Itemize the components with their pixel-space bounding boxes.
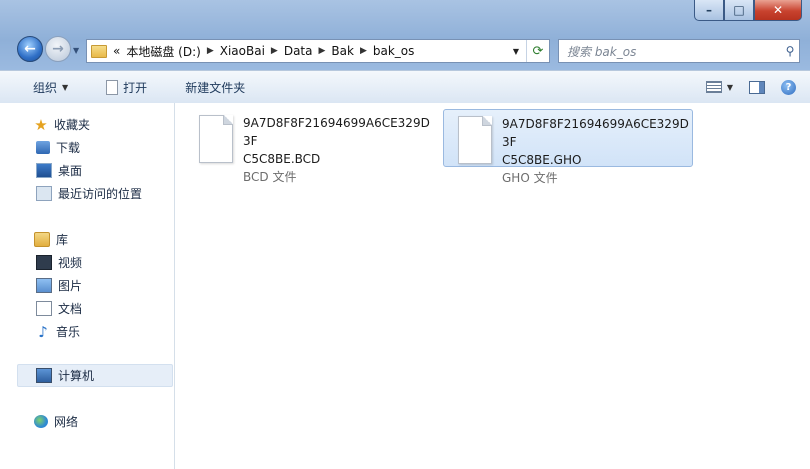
open-label: 打开 [123,80,148,95]
sidebar-item-label: 计算机 [58,369,95,383]
file-type: BCD 文件 [243,170,297,184]
address-dropdown-icon[interactable]: ▼ [506,47,526,56]
file-name-line-2: C5C8BE.GHO [502,153,582,167]
file-name-line-2: C5C8BE.BCD [243,152,321,166]
address-actions: ▼ ⟳ [506,40,549,62]
file-details: 9A7D8F8F21694699A6CE329D3F C5C8BE.GHO GH… [502,115,692,185]
view-controls: ▼ ? [705,71,796,103]
sidebar-item-pictures[interactable]: 图片 [36,277,82,294]
sidebar-item-label: 最近访问的位置 [58,187,143,201]
explorer-window: – □ ✕ ← → ▼ « 本地磁盘 (D:) ▶ XiaoBai ▶ Data… [0,0,810,469]
star-icon: ★ [34,115,48,134]
new-folder-label: 新建文件夹 [185,80,246,95]
music-icon: ♪ [38,322,48,341]
sidebar-item-label: 视频 [58,256,83,270]
command-bar: 组织 ▼ 打开 新建文件夹 ▼ ? [0,70,810,104]
sidebar-item-label: 下载 [56,141,81,155]
file-name-line-1: 9A7D8F8F21694699A6CE329D3F [502,117,689,149]
sidebar-item-computer[interactable]: 计算机 [17,364,173,387]
sidebar-item-libraries[interactable]: 库 [34,231,68,248]
computer-icon [36,368,52,383]
back-button[interactable]: ← [17,36,43,62]
open-button[interactable]: 打开 [100,79,153,96]
sidebar-item-desktop[interactable]: 桌面 [36,162,82,179]
sidebar-item-label: 桌面 [58,164,83,178]
blank-file-icon [458,116,492,164]
recent-places-icon [36,186,52,201]
chevron-down-icon: ▼ [726,82,733,92]
breadcrumb-item-bak-os[interactable]: bak_os [373,44,415,58]
pictures-icon [36,278,52,293]
chevron-right-icon[interactable]: ▶ [360,46,367,56]
change-view-button[interactable]: ▼ [705,81,733,93]
close-button[interactable]: ✕ [754,0,802,21]
file-name-line-1: 9A7D8F8F21694699A6CE329D3F [243,116,430,148]
chevron-down-icon: ▼ [62,82,69,92]
video-icon [36,255,52,270]
organize-menu-button[interactable]: 组织 ▼ [27,79,74,96]
new-folder-button[interactable]: 新建文件夹 [179,79,251,96]
breadcrumb-item-data[interactable]: Data [284,44,313,58]
sidebar-item-favorites[interactable]: ★ 收藏夹 [34,115,91,134]
title-bar: – □ ✕ [0,0,810,34]
maximize-button[interactable]: □ [724,0,754,21]
sidebar-item-label: 文档 [58,302,83,316]
sidebar-item-label: 图片 [58,279,83,293]
sidebar-item-label: 收藏夹 [54,118,91,132]
help-icon[interactable]: ? [781,79,796,95]
sidebar-item-recent-places[interactable]: 最近访问的位置 [36,185,142,202]
sidebar-item-documents[interactable]: 文档 [36,300,82,317]
chevron-right-icon[interactable]: ▶ [271,46,278,56]
file-details: 9A7D8F8F21694699A6CE329D3F C5C8BE.BCD BC… [243,114,433,184]
minimize-button[interactable]: – [694,0,724,21]
recent-pages-dropdown[interactable]: ▼ [73,46,79,55]
caption-buttons: – □ ✕ [694,0,802,22]
sidebar-item-label: 网络 [54,415,79,429]
breadcrumb-overflow[interactable]: « [113,44,120,58]
breadcrumb-item-drive[interactable]: 本地磁盘 (D:) [126,43,200,60]
search-box[interactable]: 搜索 bak_os ⚲ [558,39,800,63]
search-input[interactable]: 搜索 bak_os [567,43,781,60]
search-icon[interactable]: ⚲ [781,44,799,58]
preview-pane-icon[interactable] [749,80,765,94]
file-item-bcd[interactable]: 9A7D8F8F21694699A6CE329D3F C5C8BE.BCD BC… [185,109,433,184]
desktop-icon [36,163,52,178]
libraries-icon [34,232,50,247]
downloads-icon [36,141,50,154]
sidebar-item-videos[interactable]: 视频 [36,254,82,271]
documents-icon [36,301,52,316]
sidebar-item-label: 音乐 [56,325,81,339]
document-icon [106,79,119,95]
folder-icon [91,44,107,58]
chevron-right-icon[interactable]: ▶ [207,46,214,56]
address-bar[interactable]: « 本地磁盘 (D:) ▶ XiaoBai ▶ Data ▶ Bak ▶ bak… [86,39,550,63]
file-item-gho[interactable]: 9A7D8F8F21694699A6CE329D3F C5C8BE.GHO GH… [443,109,693,185]
chevron-right-icon[interactable]: ▶ [318,46,325,56]
forward-button[interactable]: → [45,36,71,62]
breadcrumb-item-bak[interactable]: Bak [331,44,354,58]
sidebar-item-music[interactable]: ♪ 音乐 [36,322,81,341]
views-icon [705,81,722,93]
sidebar-item-label: 库 [56,233,69,247]
sidebar-item-network[interactable]: 网络 [34,413,78,430]
blank-file-icon [199,115,233,163]
file-list: 9A7D8F8F21694699A6CE329D3F C5C8BE.BCD BC… [175,103,810,469]
sidebar-item-downloads[interactable]: 下载 [36,139,80,156]
breadcrumb-item-xiaobai[interactable]: XiaoBai [220,44,265,58]
refresh-icon[interactable]: ⟳ [526,40,549,62]
network-icon [34,415,48,428]
navigation-pane: ★ 收藏夹 下载 桌面 最近访问的位置 库 视频 图片 文档 ♪ 音乐 计算机 … [0,103,175,469]
organize-label: 组织 [33,80,58,95]
breadcrumb: « 本地磁盘 (D:) ▶ XiaoBai ▶ Data ▶ Bak ▶ bak… [113,43,414,60]
file-type: GHO 文件 [502,171,558,185]
navigation-bar: ← → ▼ « 本地磁盘 (D:) ▶ XiaoBai ▶ Data ▶ Bak… [0,34,810,68]
